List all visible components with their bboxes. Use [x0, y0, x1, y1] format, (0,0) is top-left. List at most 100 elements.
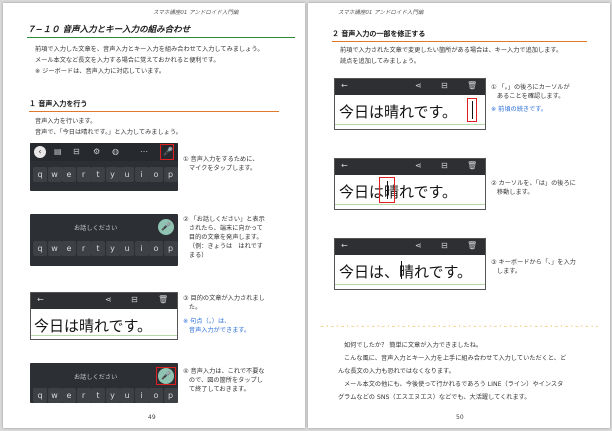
- page-number: 49: [148, 414, 156, 421]
- key-y[interactable]: y: [105, 388, 120, 403]
- key-w[interactable]: w: [47, 241, 62, 256]
- key-p[interactable]: p: [163, 167, 178, 182]
- key-e[interactable]: e: [62, 167, 76, 182]
- save-icon[interactable]: ⊟: [131, 295, 138, 304]
- listening-label: お話しください: [74, 374, 118, 381]
- key-r[interactable]: r: [76, 167, 91, 182]
- trash-icon[interactable]: 🗑: [158, 295, 168, 304]
- closing-line-1: 如何でしたか？ 簡単に文章が入力できましたね。: [344, 342, 483, 349]
- key-t[interactable]: t: [91, 167, 105, 182]
- key-e[interactable]: e: [62, 241, 76, 256]
- keyboard-toolbar: ‹ ▤ ⊟ ⚙ ◍ ⋯ 🎤: [30, 143, 178, 161]
- entered-text[interactable]: 今日は晴れです。: [34, 315, 152, 336]
- text-underline: [335, 284, 485, 285]
- mic-icon[interactable]: 🎤: [163, 147, 173, 156]
- save-icon[interactable]: ⊟: [441, 81, 448, 90]
- key-e[interactable]: e: [62, 388, 76, 403]
- key-o[interactable]: o: [149, 241, 163, 256]
- section-2-line-2: 読点を追加してみましょう。: [340, 58, 420, 65]
- text-screen-a: ← ⋖ ⊟ 🗑 今日は晴れです。: [334, 78, 486, 130]
- step-3-note: ※ 句点（。）は、 音声入力ができます。: [183, 318, 251, 334]
- key-i[interactable]: i: [134, 241, 149, 256]
- keyboard-screenshot-3: お話しください 🎤 q w e r t y u i o p: [30, 363, 178, 403]
- chapter-title: ７−１０ 音声入力とキー入力の組み合わせ: [27, 23, 295, 38]
- more-icon[interactable]: ⋯: [140, 147, 148, 156]
- key-p[interactable]: p: [163, 241, 178, 256]
- listening-bar: お話しください 🎤: [30, 218, 178, 236]
- trash-icon[interactable]: 🗑: [467, 241, 477, 250]
- share-icon[interactable]: ⋖: [415, 241, 422, 250]
- share-icon[interactable]: ⋖: [105, 295, 112, 304]
- key-r[interactable]: r: [76, 388, 91, 403]
- key-o[interactable]: o: [149, 167, 163, 182]
- key-q[interactable]: q: [33, 167, 47, 182]
- key-i[interactable]: i: [134, 167, 149, 182]
- closing-line-3: んな長文の入力も恐れではなくなります。: [338, 368, 455, 375]
- entered-text[interactable]: 今日は晴れです。: [339, 181, 457, 202]
- app-bar: ← ⋖ ⊟ 🗑: [31, 293, 177, 309]
- step-4: ④ 音声入力は、これで不要な ので、図の箇所をタップし て終了しておきます。: [183, 368, 265, 393]
- right-page: スマホ講座01 アンドロイド入門編 ２ 音声入力の一部を修正する 前項で入力され…: [308, 3, 610, 428]
- app-bar: ← ⋖ ⊟ 🗑: [335, 159, 485, 175]
- keyboard-screenshot-2: お話しください 🎤 q w e r t y u i o p: [30, 214, 178, 266]
- section-1-line-1: 音声入力を行います。: [35, 118, 97, 125]
- left-page: スマホ講座01 アンドロイド入門編 ７−１０ 音声入力とキー入力の組み合わせ 前…: [3, 3, 305, 428]
- step-r3: ③ キーボードから「、」を入力 します。: [491, 259, 576, 275]
- entered-text[interactable]: 今日は晴れです。: [339, 101, 457, 122]
- mic-icon[interactable]: 🎤: [158, 219, 174, 235]
- listening-label: お話しください: [74, 225, 118, 232]
- mic-icon[interactable]: 🎤: [158, 368, 174, 384]
- text-screen-c: ← ⋖ ⊟ 🗑 今日は、晴れです。: [334, 238, 486, 290]
- key-u[interactable]: u: [120, 167, 134, 182]
- share-icon[interactable]: ⋖: [415, 161, 422, 170]
- key-w[interactable]: w: [47, 388, 62, 403]
- back-arrow-icon[interactable]: ←: [341, 161, 348, 170]
- save-icon[interactable]: ⊟: [441, 161, 448, 170]
- key-p[interactable]: p: [163, 388, 178, 403]
- step-r2: ② カーソルを、「は」の後ろに 移動します。: [491, 180, 576, 196]
- key-t[interactable]: t: [91, 388, 105, 403]
- intro-line-1: 前項で入力した文章を、音声入力とキー入力を組み合わせて入力してみましょう。: [35, 46, 264, 53]
- text-screen-1: ← ⋖ ⊟ 🗑 今日は晴れです。: [30, 292, 178, 340]
- running-header: スマホ講座01 アンドロイド入門編: [153, 10, 239, 16]
- key-u[interactable]: u: [120, 388, 134, 403]
- section-1-heading: １ 音声入力を行う: [29, 99, 279, 112]
- text-underline: [31, 335, 177, 336]
- text-screen-b: ← ⋖ ⊟ 🗑 今日は晴れです。: [334, 158, 486, 210]
- step-r1-note: ※ 前頃の続きです。: [491, 106, 548, 113]
- trash-icon[interactable]: 🗑: [467, 81, 477, 90]
- key-i[interactable]: i: [134, 388, 149, 403]
- share-icon[interactable]: ⋖: [415, 81, 422, 90]
- step-2: ② 「お話しください」と表示 されたら、端末に向かって 目的の文章を発声します。…: [183, 216, 265, 259]
- save-icon[interactable]: ⊟: [73, 147, 80, 156]
- back-arrow-icon[interactable]: ←: [341, 241, 348, 250]
- back-arrow-icon[interactable]: ←: [37, 295, 44, 304]
- back-arrow-icon[interactable]: ‹: [34, 146, 46, 158]
- back-arrow-icon[interactable]: ←: [341, 81, 348, 90]
- step-1: ① 音声入力をするために、 マイクをタップします。: [183, 156, 259, 172]
- key-y[interactable]: y: [105, 167, 120, 182]
- key-w[interactable]: w: [47, 167, 62, 182]
- key-y[interactable]: y: [105, 241, 120, 256]
- key-q[interactable]: q: [33, 241, 47, 256]
- app-bar: ← ⋖ ⊟ 🗑: [335, 79, 485, 95]
- settings-icon[interactable]: ⚙: [93, 147, 100, 156]
- closing-line-4: メール本文の他にも、今後使って行かれるであろう LINE（ライン）やインスタ: [344, 381, 564, 388]
- palette-icon[interactable]: ◍: [112, 147, 119, 156]
- key-q[interactable]: q: [33, 388, 47, 403]
- text-underline: [161, 339, 177, 340]
- section-2-heading: ２ 音声入力の一部を修正する: [332, 29, 587, 42]
- trash-icon[interactable]: 🗑: [467, 161, 477, 170]
- step-3: ③ 目的の文章が入力されまし た。: [183, 295, 265, 311]
- key-t[interactable]: t: [91, 241, 105, 256]
- running-header: スマホ講座01 アンドロイド入門編: [338, 10, 424, 16]
- key-r[interactable]: r: [76, 241, 91, 256]
- entered-text[interactable]: 今日は、晴れです。: [339, 261, 472, 282]
- key-o[interactable]: o: [149, 388, 163, 403]
- text-cursor: [472, 101, 473, 119]
- closing-line-5: グラムなどの SNS（エスエヌエス）などでも、大活躍してくれます。: [338, 394, 531, 401]
- keyboard-screenshot-1: ‹ ▤ ⊟ ⚙ ◍ ⋯ 🎤 q w e r t y u i o p: [30, 143, 178, 191]
- key-u[interactable]: u: [120, 241, 134, 256]
- save-icon[interactable]: ⊟: [441, 241, 448, 250]
- sticker-icon[interactable]: ▤: [54, 147, 62, 156]
